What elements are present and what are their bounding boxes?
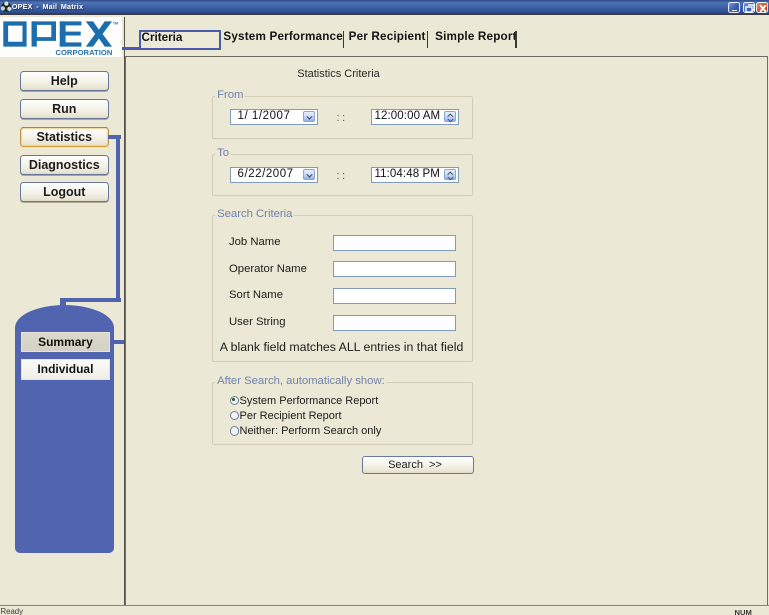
svg-text:CORPORATION: CORPORATION	[55, 47, 112, 56]
svg-text:TM: TM	[113, 21, 118, 25]
